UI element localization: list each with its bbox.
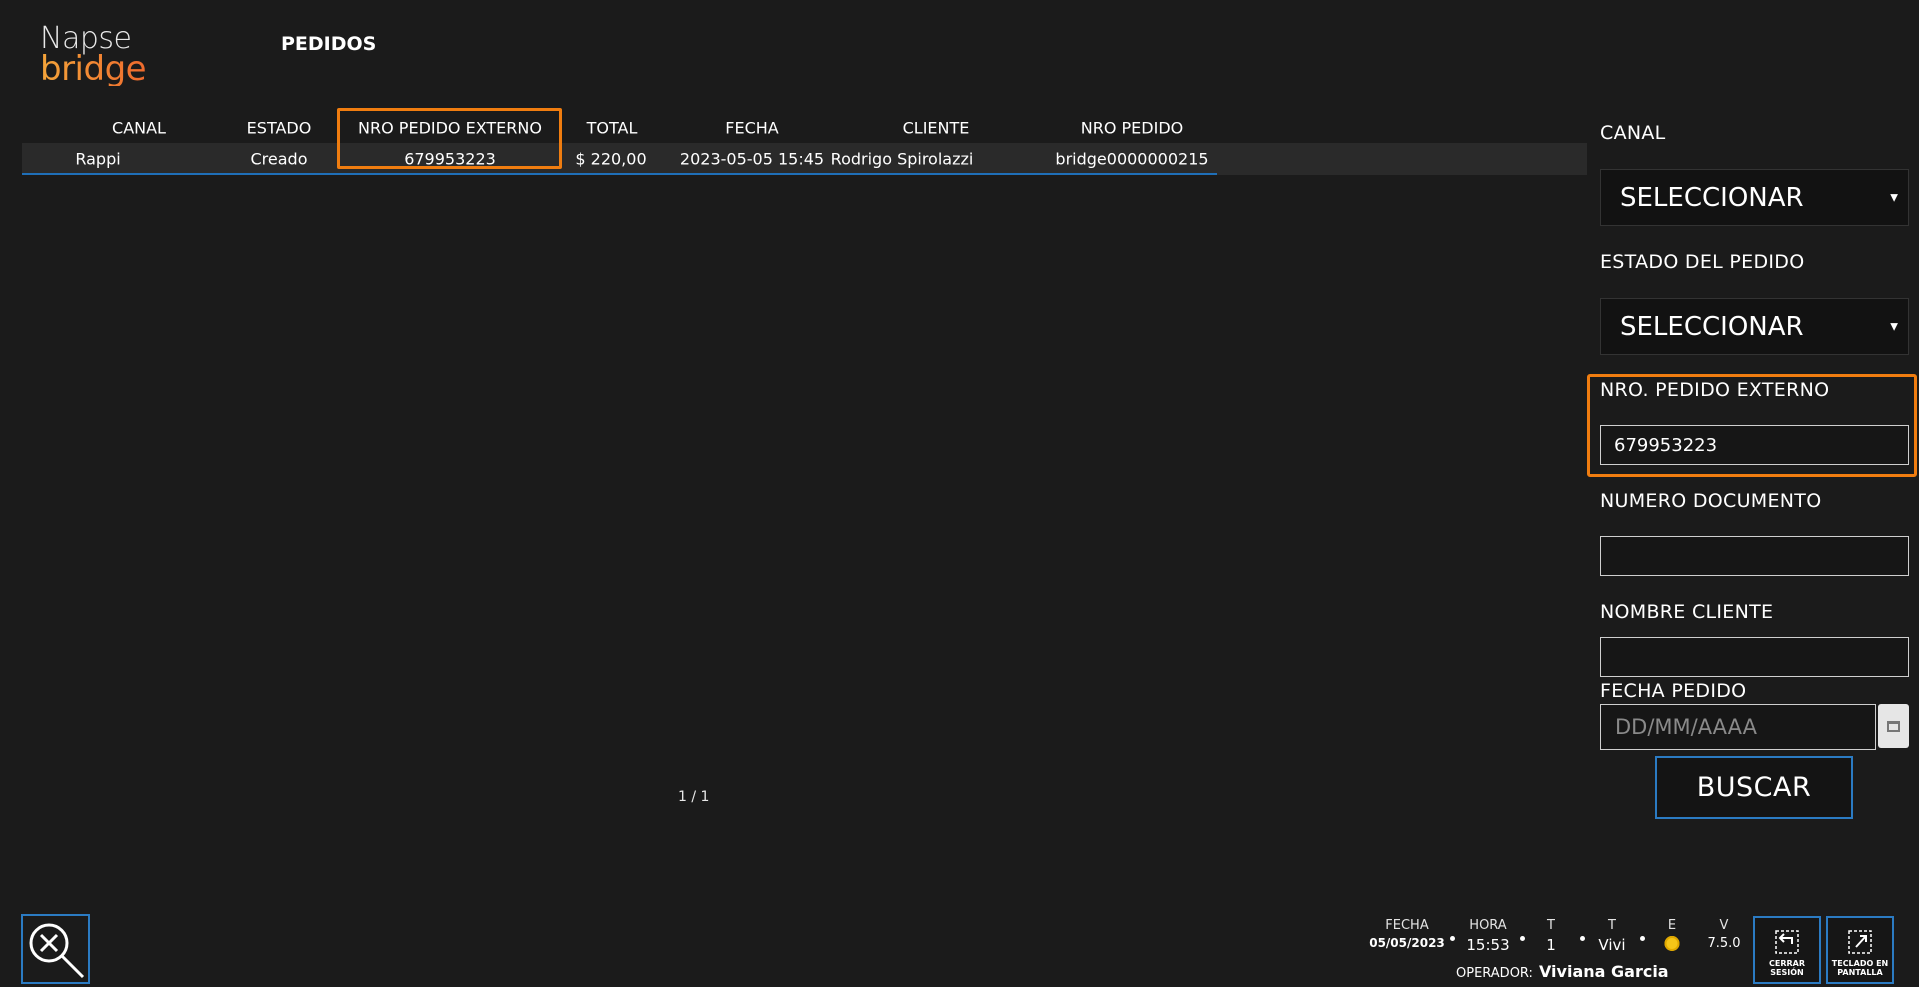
column-header-nro-pedido[interactable]: NRO PEDIDO: [1081, 119, 1183, 138]
status-version-value: 7.5.0: [1707, 936, 1741, 951]
chevron-down-icon: ▼: [1890, 192, 1898, 203]
cell-estado: Creado: [250, 149, 308, 169]
status-tienda-label: T: [1608, 918, 1616, 933]
pagination-indicator: 1 / 1: [678, 789, 710, 805]
cell-cliente: Rodrigo Spirolazzi: [830, 149, 974, 169]
napse-bridge-logo: Napse bridge: [40, 24, 147, 89]
logout-icon: [1775, 930, 1799, 955]
column-header-estado[interactable]: ESTADO: [247, 119, 312, 138]
highlight-column-frame: [337, 108, 562, 169]
column-header-cliente[interactable]: CLIENTE: [903, 119, 970, 138]
calendar-icon: [1887, 720, 1900, 732]
cell-fecha: 2023-05-05 15:45: [679, 149, 825, 169]
logout-label: CERRAR SESIÓN: [1768, 959, 1805, 978]
estado-select[interactable]: SELECCIONAR ▼: [1600, 298, 1909, 355]
column-header-fecha[interactable]: FECHA: [725, 119, 778, 138]
status-terminal-value: 1: [1546, 936, 1556, 954]
status-tienda-value: Vivi: [1598, 936, 1626, 954]
close-search-button[interactable]: [21, 914, 90, 984]
status-hora-label: HORA: [1469, 918, 1507, 933]
logout-button[interactable]: CERRAR SESIÓN: [1753, 916, 1821, 984]
fullscreen-icon: [1848, 930, 1872, 955]
table-row[interactable]: Rappi Creado 679953223 $ 220,00 2023-05-…: [22, 143, 1587, 175]
nombre-cliente-label: NOMBRE CLIENTE: [1600, 601, 1774, 623]
logo-text-bridge: bridge: [40, 49, 147, 89]
separator-dot: [1450, 936, 1455, 941]
status-hora: HORA 15:53: [1466, 918, 1509, 954]
buscar-button[interactable]: BUSCAR: [1655, 756, 1853, 819]
fecha-pedido-label: FECHA PEDIDO: [1600, 680, 1747, 702]
canal-select[interactable]: SELECCIONAR ▼: [1600, 169, 1909, 226]
status-fecha-value: 05/05/2023: [1369, 936, 1445, 950]
status-tienda: T Vivi: [1598, 918, 1625, 954]
nro-pedido-externo-input[interactable]: 679953223: [1600, 425, 1909, 465]
separator-dot: [1640, 936, 1645, 941]
separator-dot: [1580, 936, 1585, 941]
status-estado: E: [1664, 918, 1680, 955]
canal-label: CANAL: [1600, 122, 1666, 144]
operator-info: OPERADOR: Viviana Garcia: [1456, 962, 1669, 981]
operator-name: Viviana Garcia: [1538, 962, 1669, 981]
numero-documento-input[interactable]: [1600, 536, 1909, 576]
chevron-down-icon: ▼: [1890, 321, 1898, 332]
status-hora-value: 15:53: [1466, 936, 1510, 954]
status-terminal-label: T: [1547, 918, 1555, 933]
calendar-button[interactable]: [1878, 704, 1909, 748]
numero-documento-label: NUMERO DOCUMENTO: [1600, 490, 1822, 512]
table-header: CANAL ESTADO NRO PEDIDO EXTERNO TOTAL FE…: [22, 113, 1587, 143]
status-coin-icon: [1664, 936, 1680, 951]
estado-select-value: SELECCIONAR: [1620, 311, 1804, 342]
selected-row-underline: [22, 173, 1217, 175]
estado-label: ESTADO DEL PEDIDO: [1600, 251, 1805, 273]
orders-table: CANAL ESTADO NRO PEDIDO EXTERNO TOTAL FE…: [22, 113, 1587, 175]
on-screen-keyboard-button[interactable]: TECLADO EN PANTALLA: [1826, 916, 1894, 984]
column-header-total[interactable]: TOTAL: [587, 119, 638, 138]
canal-select-value: SELECCIONAR: [1620, 182, 1804, 213]
operator-label: OPERADOR:: [1456, 966, 1533, 981]
separator-dot: [1520, 936, 1525, 941]
status-terminal: T 1: [1546, 918, 1556, 954]
cell-nro-pedido: bridge0000000215: [1055, 149, 1209, 169]
status-estado-label: E: [1667, 918, 1677, 933]
page-title: PEDIDOS: [281, 33, 377, 55]
keyboard-label: TECLADO EN PANTALLA: [1831, 959, 1889, 978]
status-fecha-label: FECHA: [1385, 918, 1429, 933]
cell-canal: Rappi: [75, 149, 121, 169]
nombre-cliente-input[interactable]: [1600, 637, 1909, 677]
column-header-canal[interactable]: CANAL: [112, 119, 166, 138]
cell-total: $ 220,00: [575, 149, 647, 169]
close-search-icon: [29, 923, 85, 979]
status-version: V 7.5.0: [1707, 918, 1740, 951]
status-version-label: V: [1719, 918, 1729, 933]
status-fecha: FECHA 05/05/2023: [1369, 918, 1445, 950]
nro-pedido-externo-label: NRO. PEDIDO EXTERNO: [1600, 379, 1830, 401]
fecha-pedido-input[interactable]: DD/MM/AAAA: [1600, 704, 1876, 750]
